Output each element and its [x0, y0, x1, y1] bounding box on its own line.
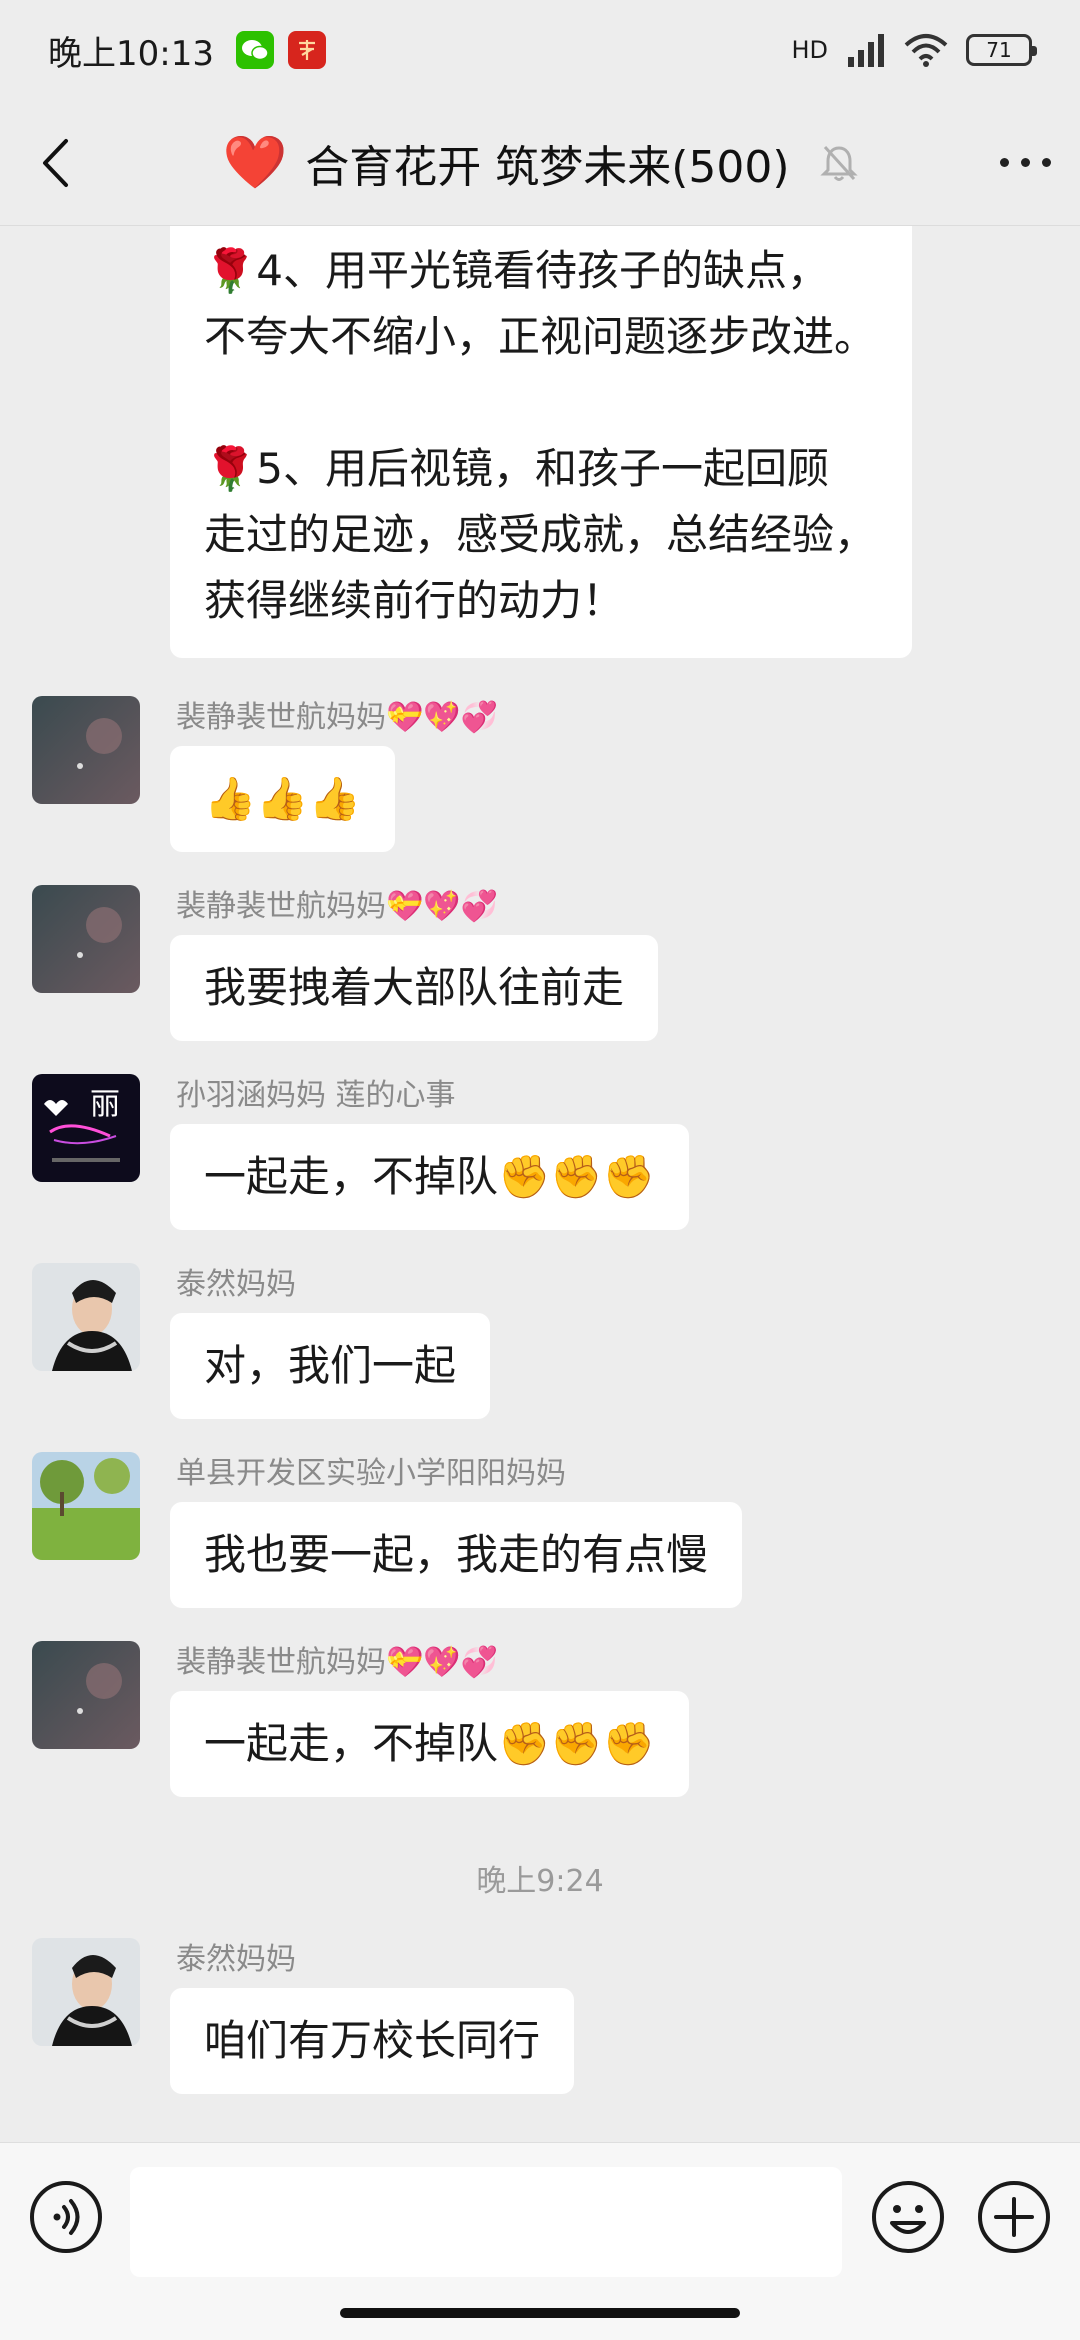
- signal-icon: [848, 34, 884, 67]
- message-bubble[interactable]: 我也要一起，我走的有点慢: [170, 1502, 743, 1608]
- message-text: 一起走，不掉队✊✊✊: [204, 1719, 655, 1768]
- battery-indicator: 71: [966, 34, 1037, 66]
- message-bubble[interactable]: 我要拽着大部队往前走: [170, 935, 659, 1041]
- more-options-button[interactable]: [970, 100, 1080, 226]
- message-text: 我也要一起，我走的有点慢: [204, 1530, 709, 1579]
- sender-name: 裴静裴世航妈妈💝💖💞: [176, 700, 499, 735]
- more-dot: [1020, 158, 1030, 167]
- avatar[interactable]: [32, 1263, 140, 1371]
- voice-button[interactable]: [28, 2179, 104, 2259]
- network-type: HD: [791, 36, 828, 64]
- avatar[interactable]: [32, 696, 140, 804]
- sender-name: 泰然妈妈: [176, 1942, 296, 1977]
- message-text: 咱们有万校长同行: [204, 2016, 541, 2065]
- message-text: 🌹4、用平光镜看待孩子的缺点， 不夸大不缩小，正视问题逐步改进。 🌹5、用后视镜…: [204, 246, 877, 625]
- message-list[interactable]: 🌹4、用平光镜看待孩子的缺点， 不夸大不缩小，正视问题逐步改进。 🌹5、用后视镜…: [0, 226, 1080, 2142]
- wifi-icon: [904, 34, 948, 67]
- message-text: 👍👍👍: [204, 774, 361, 823]
- status-bar: 晚上10:13 HD 71: [0, 0, 1080, 100]
- plus-icon: [978, 2181, 1050, 2253]
- message-bubble[interactable]: 🌹4、用平光镜看待孩子的缺点， 不夸大不缩小，正视问题逐步改进。 🌹5、用后视镜…: [170, 226, 912, 658]
- app-notification-icon: [287, 31, 326, 69]
- back-button[interactable]: [0, 100, 110, 226]
- more-dot: [1041, 158, 1051, 167]
- message-bubble[interactable]: 对，我们一起: [170, 1313, 491, 1419]
- avatar[interactable]: [32, 885, 140, 993]
- avatar[interactable]: [32, 1641, 140, 1749]
- status-indicators: HD 71: [791, 33, 1037, 67]
- wechat-icon: [235, 31, 274, 69]
- sender-name: 泰然妈妈: [176, 1267, 296, 1302]
- message-bubble[interactable]: 一起走，不掉队✊✊✊: [170, 1691, 689, 1797]
- smiley-icon: [872, 2181, 944, 2253]
- message-text: 一起走，不掉队✊✊✊: [204, 1152, 655, 1201]
- status-time: 晚上10:13: [48, 33, 214, 74]
- avatar-text: 丽: [90, 1087, 120, 1122]
- sender-name: 孙羽涵妈妈 莲的心事: [176, 1078, 456, 1113]
- time-separator: 晚上9:24: [476, 1864, 604, 1899]
- heart-icon: ❤️: [222, 133, 288, 193]
- sender-name: 单县开发区实验小学阳阳妈妈: [176, 1456, 566, 1491]
- message-text: 对，我们一起: [204, 1341, 457, 1390]
- message-bubble[interactable]: 咱们有万校长同行: [170, 1988, 575, 2094]
- chat-title: ❤️ 合育花开 筑梦未来(500): [110, 131, 970, 195]
- avatar[interactable]: 丽: [32, 1074, 140, 1182]
- chat-header: ❤️ 合育花开 筑梦未来(500): [0, 100, 1080, 226]
- message-text: 我要拽着大部队往前走: [204, 963, 625, 1012]
- message-bubble[interactable]: 一起走，不掉队✊✊✊: [170, 1124, 689, 1230]
- home-indicator[interactable]: [340, 2308, 740, 2318]
- more-dot: [999, 158, 1009, 167]
- avatar[interactable]: [32, 1938, 140, 2046]
- chevron-left-icon: [43, 138, 68, 187]
- message-bubble[interactable]: 👍👍👍: [170, 746, 395, 852]
- more-functions-button[interactable]: [976, 2179, 1052, 2259]
- battery-level: 71: [986, 38, 1012, 62]
- group-name: 合育花开 筑梦未来(500): [305, 141, 790, 193]
- sender-name: 裴静裴世航妈妈💝💖💞: [176, 889, 499, 924]
- emoji-button[interactable]: [870, 2179, 946, 2259]
- avatar[interactable]: [32, 1452, 140, 1560]
- message-input[interactable]: [130, 2167, 842, 2277]
- mute-bell-icon: [819, 145, 858, 181]
- sender-name: 裴静裴世航妈妈💝💖💞: [176, 1645, 499, 1680]
- voice-icon: [30, 2181, 102, 2253]
